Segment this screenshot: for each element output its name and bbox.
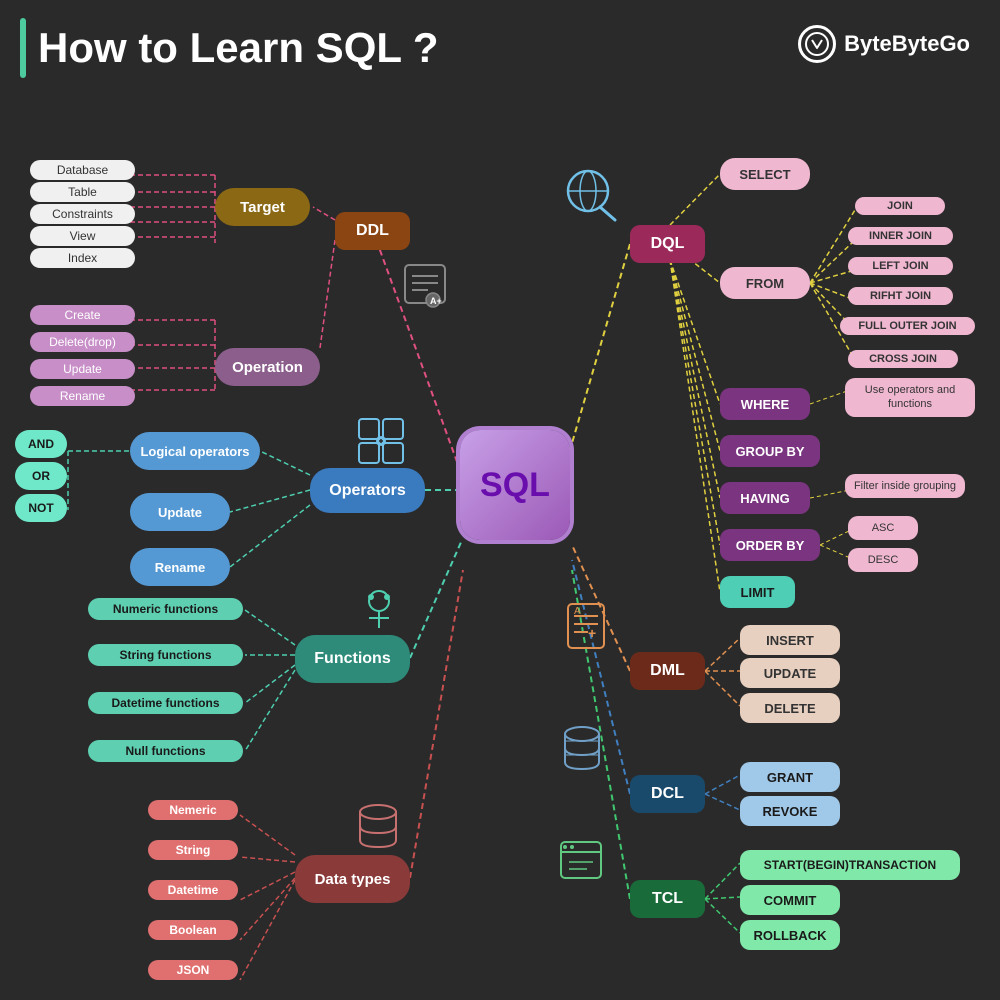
from-box: FROM xyxy=(720,267,810,299)
dcl-label: DCL xyxy=(651,785,684,803)
operators-update-box: Update xyxy=(130,493,230,531)
dtype-nemeric: Nemeric xyxy=(148,800,238,820)
func-numeric: Numeric functions xyxy=(88,598,243,620)
svg-text:A: A xyxy=(574,606,581,617)
functions-box: Functions xyxy=(295,635,410,683)
logo-text: ByteByteGo xyxy=(844,31,970,57)
tcl-commit: COMMIT xyxy=(740,885,840,915)
dml-insert: INSERT xyxy=(740,625,840,655)
operation-box: Operation xyxy=(215,348,320,386)
operators-box: Operators xyxy=(310,468,425,513)
func-string: String functions xyxy=(88,644,243,666)
dtype-boolean: Boolean xyxy=(148,920,238,940)
tcl-icon xyxy=(555,834,607,891)
sql-label: SQL xyxy=(480,466,550,505)
canvas: How to Learn SQL ? ByteByteGo SQL DDL A+… xyxy=(0,0,1000,1000)
tcl-box: TCL xyxy=(630,880,705,918)
svg-text:A+: A+ xyxy=(430,296,442,306)
join-item-cross: CROSS JOIN xyxy=(848,350,958,368)
target-box: Target xyxy=(215,188,310,226)
datatypes-label: Data types xyxy=(315,871,391,888)
operators-icon xyxy=(355,415,407,472)
join-item-fullouter: FULL OUTER JOIN xyxy=(840,317,975,335)
header-accent-bar xyxy=(20,18,26,78)
join-item-right: RIFHT JOIN xyxy=(848,287,953,305)
orderby-box: ORDER BY xyxy=(720,529,820,561)
where-note: Use operators and functions xyxy=(845,378,975,417)
dml-icon: + A xyxy=(560,600,612,657)
ddl-box: DDL xyxy=(335,212,410,250)
dcl-icon xyxy=(555,720,610,780)
dtype-json: JSON xyxy=(148,960,238,980)
operation-label: Operation xyxy=(232,359,303,376)
dtype-datetime: Datetime xyxy=(148,880,238,900)
logical-operators-box: Logical operators xyxy=(130,432,260,470)
dcl-grant: GRANT xyxy=(740,762,840,792)
target-item-table: Table xyxy=(30,182,135,202)
dml-update: UPDATE xyxy=(740,658,840,688)
svg-text:+: + xyxy=(588,625,596,641)
dcl-box: DCL xyxy=(630,775,705,813)
join-item-inner: INNER JOIN xyxy=(848,227,953,245)
select-box: SELECT xyxy=(720,158,810,190)
func-datetime: Datetime functions xyxy=(88,692,243,714)
join-item-join: JOIN xyxy=(855,197,945,215)
dcl-revoke: REVOKE xyxy=(740,796,840,826)
functions-icon xyxy=(353,583,405,640)
asc-box: ASC xyxy=(848,516,918,540)
operators-label: Operators xyxy=(329,482,405,500)
page-title: How to Learn SQL ? xyxy=(38,24,439,72)
op-item-rename: Rename xyxy=(30,386,135,406)
desc-box: DESC xyxy=(848,548,918,572)
tcl-label: TCL xyxy=(652,890,683,908)
groupby-box: GROUP BY xyxy=(720,435,820,467)
ddl-label: DDL xyxy=(356,222,389,240)
ddl-icon: A+ xyxy=(400,260,450,315)
target-item-database: Database xyxy=(30,160,135,180)
dml-box: DML xyxy=(630,652,705,690)
functions-label: Functions xyxy=(314,650,390,668)
operators-rename-box: Rename xyxy=(130,548,230,586)
dql-box: DQL xyxy=(630,225,705,263)
tcl-rollback: ROLLBACK xyxy=(740,920,840,950)
func-null: Null functions xyxy=(88,740,243,762)
datatypes-icon xyxy=(352,800,404,857)
target-item-view: View xyxy=(30,226,135,246)
target-label: Target xyxy=(240,199,285,216)
target-item-index: Index xyxy=(30,248,135,268)
or-box: OR xyxy=(15,462,67,490)
having-note: Filter inside grouping xyxy=(845,474,965,498)
dql-icon xyxy=(560,163,620,228)
dql-label: DQL xyxy=(651,235,685,253)
logo-icon xyxy=(798,25,836,63)
datatypes-box: Data types xyxy=(295,855,410,903)
dml-label: DML xyxy=(650,662,685,680)
limit-box: LIMIT xyxy=(720,576,795,608)
op-item-delete: Delete(drop) xyxy=(30,332,135,352)
and-box: AND xyxy=(15,430,67,458)
header: How to Learn SQL ? xyxy=(20,18,439,78)
dml-delete: DELETE xyxy=(740,693,840,723)
target-item-constraints: Constraints xyxy=(30,204,135,224)
sql-node: SQL xyxy=(460,430,570,540)
logo: ByteByteGo xyxy=(798,25,970,63)
op-item-create: Create xyxy=(30,305,135,325)
join-item-left: LEFT JOIN xyxy=(848,257,953,275)
where-box: WHERE xyxy=(720,388,810,420)
tcl-start: START(BEGIN)TRANSACTION xyxy=(740,850,960,880)
having-box: HAVING xyxy=(720,482,810,514)
op-item-update: Update xyxy=(30,359,135,379)
not-box: NOT xyxy=(15,494,67,522)
dtype-string: String xyxy=(148,840,238,860)
